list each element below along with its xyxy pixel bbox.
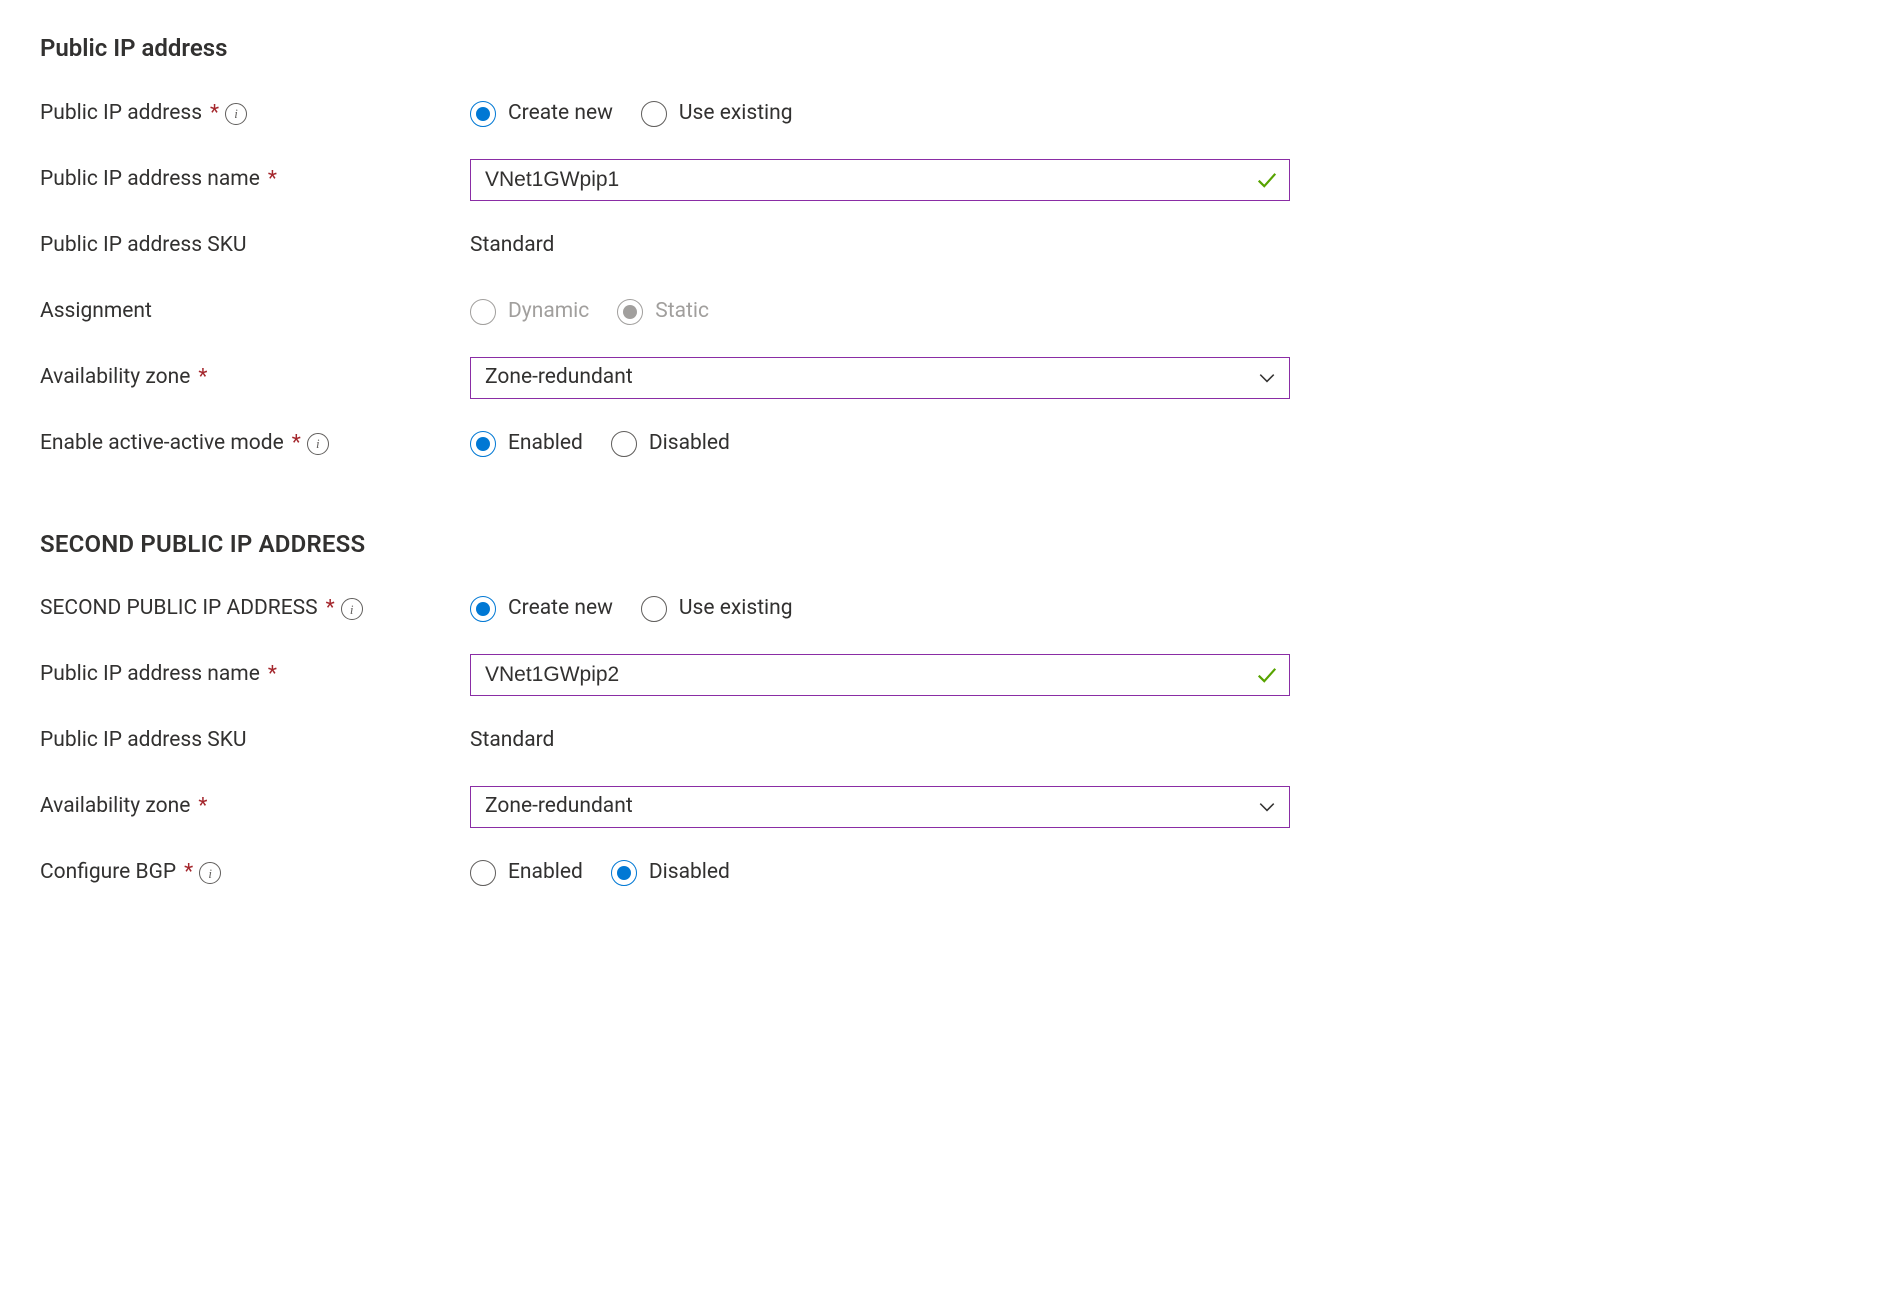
- radio-create-new-label: Create new: [508, 99, 613, 128]
- select-availability-zone-value: Zone-redundant: [485, 363, 633, 392]
- radio-static-label: Static: [655, 297, 709, 326]
- radio-dynamic: Dynamic: [470, 297, 589, 326]
- radio-use-existing-label: Use existing: [679, 99, 793, 128]
- required-asterisk: *: [182, 858, 193, 887]
- radio-create-new[interactable]: Create new: [470, 99, 613, 128]
- info-icon[interactable]: i: [225, 103, 247, 125]
- radio-bgp-enabled-label: Enabled: [508, 858, 583, 887]
- radio-bgp-enabled[interactable]: Enabled: [470, 858, 583, 887]
- radio-second-use-existing-label: Use existing: [679, 594, 793, 623]
- radio-active-enabled-label: Enabled: [508, 429, 583, 458]
- label-second-public-ip-sku: Public IP address SKU: [40, 726, 247, 755]
- section-title-public-ip: Public IP address: [40, 32, 1859, 66]
- radio-bgp-disabled-label: Disabled: [649, 858, 730, 887]
- required-asterisk: *: [208, 99, 219, 128]
- row-second-public-ip-sku: Public IP address SKU Standard: [40, 717, 1859, 765]
- info-icon[interactable]: i: [307, 433, 329, 455]
- required-asterisk: *: [324, 594, 335, 623]
- required-asterisk: *: [196, 792, 207, 821]
- required-asterisk: *: [290, 429, 301, 458]
- input-second-public-ip-name[interactable]: [470, 654, 1290, 696]
- row-public-ip-mode: Public IP address * i Create new Use exi…: [40, 90, 1859, 138]
- radio-bgp-disabled[interactable]: Disabled: [611, 858, 730, 887]
- info-icon[interactable]: i: [199, 862, 221, 884]
- checkmark-icon: [1256, 664, 1278, 686]
- label-availability-zone: Availability zone: [40, 363, 190, 392]
- row-second-availability-zone: Availability zone * Zone-redundant: [40, 783, 1859, 831]
- label-public-ip-name: Public IP address name: [40, 165, 260, 194]
- radio-second-create-new-label: Create new: [508, 594, 613, 623]
- select-second-availability-zone[interactable]: Zone-redundant: [470, 786, 1290, 828]
- value-second-public-ip-sku: Standard: [470, 726, 554, 755]
- radio-active-enabled[interactable]: Enabled: [470, 429, 583, 458]
- info-icon[interactable]: i: [341, 598, 363, 620]
- radio-second-create-new[interactable]: Create new: [470, 594, 613, 623]
- required-asterisk: *: [196, 363, 207, 392]
- label-second-availability-zone: Availability zone: [40, 792, 190, 821]
- radio-use-existing[interactable]: Use existing: [641, 99, 793, 128]
- input-public-ip-name[interactable]: [470, 159, 1290, 201]
- radio-active-disabled[interactable]: Disabled: [611, 429, 730, 458]
- row-public-ip-name: Public IP address name *: [40, 156, 1859, 204]
- row-public-ip-sku: Public IP address SKU Standard: [40, 222, 1859, 270]
- row-assignment: Assignment Dynamic Static: [40, 288, 1859, 336]
- label-active-active: Enable active-active mode: [40, 429, 284, 458]
- label-public-ip-mode: Public IP address: [40, 99, 202, 128]
- label-configure-bgp: Configure BGP: [40, 858, 176, 887]
- label-second-public-ip-name: Public IP address name: [40, 660, 260, 689]
- radio-dynamic-label: Dynamic: [508, 297, 589, 326]
- row-second-public-ip-mode: SECOND PUBLIC IP ADDRESS * i Create new …: [40, 585, 1859, 633]
- value-public-ip-sku: Standard: [470, 231, 554, 260]
- checkmark-icon: [1256, 169, 1278, 191]
- row-configure-bgp: Configure BGP * i Enabled Disabled: [40, 849, 1859, 897]
- required-asterisk: *: [266, 660, 277, 689]
- select-second-availability-zone-value: Zone-redundant: [485, 792, 633, 821]
- section-title-second-public-ip: SECOND PUBLIC IP ADDRESS: [40, 528, 1859, 562]
- label-assignment: Assignment: [40, 297, 152, 326]
- label-second-public-ip-mode: SECOND PUBLIC IP ADDRESS: [40, 594, 318, 623]
- row-active-active: Enable active-active mode * i Enabled Di…: [40, 420, 1859, 468]
- label-public-ip-sku: Public IP address SKU: [40, 231, 247, 260]
- radio-static: Static: [617, 297, 709, 326]
- required-asterisk: *: [266, 165, 277, 194]
- row-second-public-ip-name: Public IP address name *: [40, 651, 1859, 699]
- radio-active-disabled-label: Disabled: [649, 429, 730, 458]
- row-availability-zone: Availability zone * Zone-redundant: [40, 354, 1859, 402]
- radio-second-use-existing[interactable]: Use existing: [641, 594, 793, 623]
- select-availability-zone[interactable]: Zone-redundant: [470, 357, 1290, 399]
